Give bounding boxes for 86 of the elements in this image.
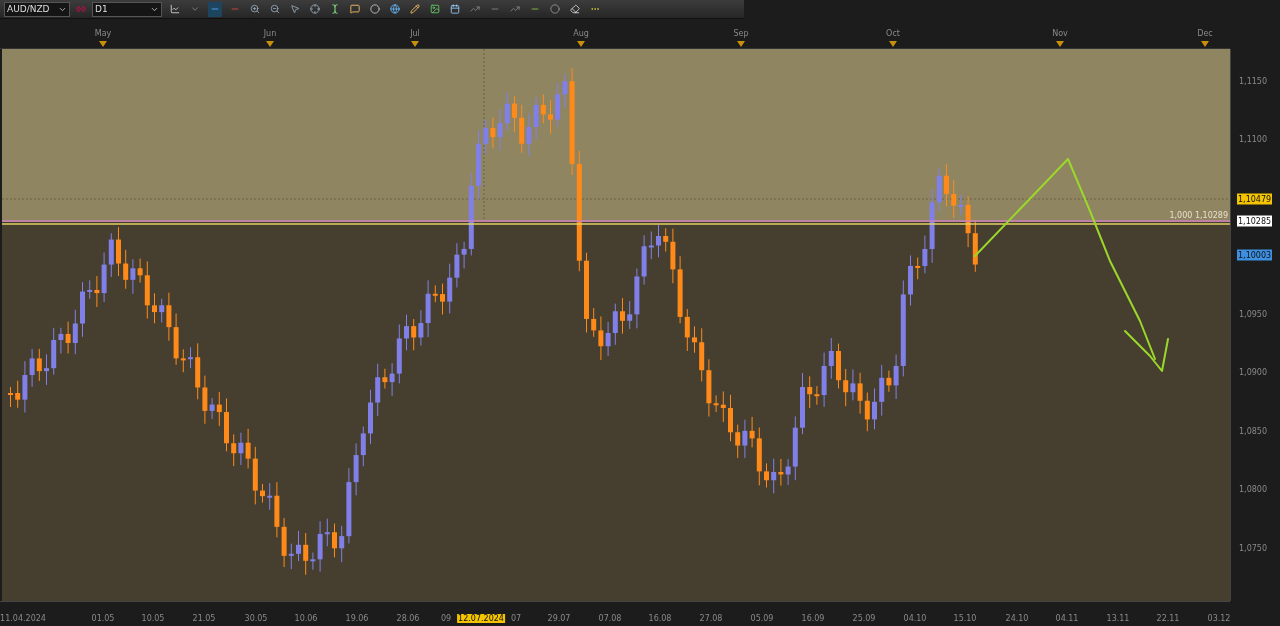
- candle: [260, 483, 265, 504]
- candle: [728, 394, 733, 442]
- price-label: 1,0850: [1239, 426, 1267, 436]
- timeframe-dropdown[interactable]: D1: [92, 1, 162, 17]
- globe-icon[interactable]: [388, 1, 402, 17]
- candle: [332, 523, 337, 558]
- date-label: 04.11: [1054, 614, 1080, 623]
- candle: [80, 281, 85, 338]
- date-label: 27.08: [698, 614, 724, 623]
- candle: [440, 283, 445, 315]
- month-label: Oct: [886, 29, 900, 38]
- crosshair-icon[interactable]: [308, 1, 322, 17]
- marker-icon: [266, 41, 274, 47]
- candle: [296, 530, 301, 562]
- date-label: 13.11: [1105, 614, 1131, 623]
- candle: [836, 343, 841, 389]
- candle: [764, 462, 769, 488]
- date-label: 04.10: [902, 614, 928, 623]
- candle: [512, 95, 517, 133]
- marker-icon: [411, 41, 419, 47]
- marker-icon: [1201, 41, 1209, 47]
- date-label: 30.05: [243, 614, 269, 623]
- date-label: 16.09: [800, 614, 826, 623]
- date-label: 12.07.2024: [457, 614, 505, 623]
- price-tag: 1,10003: [1237, 249, 1273, 261]
- candle: [224, 397, 229, 452]
- candle: [116, 226, 121, 277]
- price-label: 1,0900: [1239, 367, 1267, 377]
- candle: [656, 224, 661, 258]
- date-label: 16.08: [647, 614, 673, 623]
- month-label: Jul: [410, 29, 420, 38]
- marker-icon: [577, 41, 585, 47]
- date-label: 24.10: [1004, 614, 1030, 623]
- date-label: 25.09: [851, 614, 877, 623]
- candle: [8, 386, 13, 408]
- price-label: 1,0800: [1239, 484, 1267, 494]
- date-label: 03.12: [1206, 614, 1232, 623]
- price-tag: 1,10479: [1237, 193, 1273, 205]
- date-label: 29.07: [546, 614, 572, 623]
- date-label: 11.04.2024: [0, 614, 47, 623]
- candle: [152, 292, 157, 324]
- date-label: 15.10: [952, 614, 978, 623]
- date-label: 22.11: [1155, 614, 1181, 623]
- price-tag: 1,10285: [1237, 215, 1273, 227]
- candle: [620, 297, 625, 335]
- candle: [476, 129, 481, 200]
- date-label: 10.05: [140, 614, 166, 623]
- date-label: 28.06: [395, 614, 421, 623]
- candle: [368, 389, 373, 445]
- price-label: 1,0950: [1239, 309, 1267, 319]
- candle: [908, 254, 913, 307]
- pencil-icon[interactable]: [408, 1, 422, 17]
- candle: [944, 163, 949, 207]
- symbol-dropdown[interactable]: AUD/NZD: [4, 1, 70, 17]
- date-label: 21.05: [191, 614, 217, 623]
- marker-icon: [889, 41, 897, 47]
- price-label: 1,0750: [1239, 543, 1267, 553]
- marker-icon: [99, 41, 107, 47]
- date-label: 10.06: [293, 614, 319, 623]
- month-label: Nov: [1052, 29, 1068, 38]
- marker-icon: [737, 41, 745, 47]
- marker-icon: [1056, 41, 1064, 47]
- price-label: 1,1100: [1239, 134, 1267, 144]
- month-label: Dec: [1197, 29, 1213, 38]
- date-label: 05.09: [749, 614, 775, 623]
- candle: [692, 325, 697, 354]
- date-label: 19.06: [344, 614, 370, 623]
- calendar-icon[interactable]: [448, 1, 462, 17]
- date-label: 07: [509, 614, 523, 623]
- candle: [44, 353, 49, 386]
- candle: [548, 99, 553, 135]
- date-label: 01.05: [90, 614, 116, 623]
- candle: [872, 387, 877, 430]
- date-label: 07.08: [597, 614, 623, 623]
- candle: [800, 372, 805, 435]
- level-label: 1,000 1,10289: [1169, 211, 1228, 220]
- candle: [404, 314, 409, 351]
- circle-icon[interactable]: [548, 1, 562, 17]
- month-label: Jun: [263, 29, 277, 38]
- price-label: 1,1150: [1239, 76, 1267, 86]
- month-label: Aug: [573, 29, 589, 38]
- candle: [188, 346, 193, 369]
- month-label: Sep: [733, 29, 749, 38]
- month-label: May: [94, 29, 112, 38]
- date-label: 09: [439, 614, 453, 623]
- circle-icon[interactable]: [368, 1, 382, 17]
